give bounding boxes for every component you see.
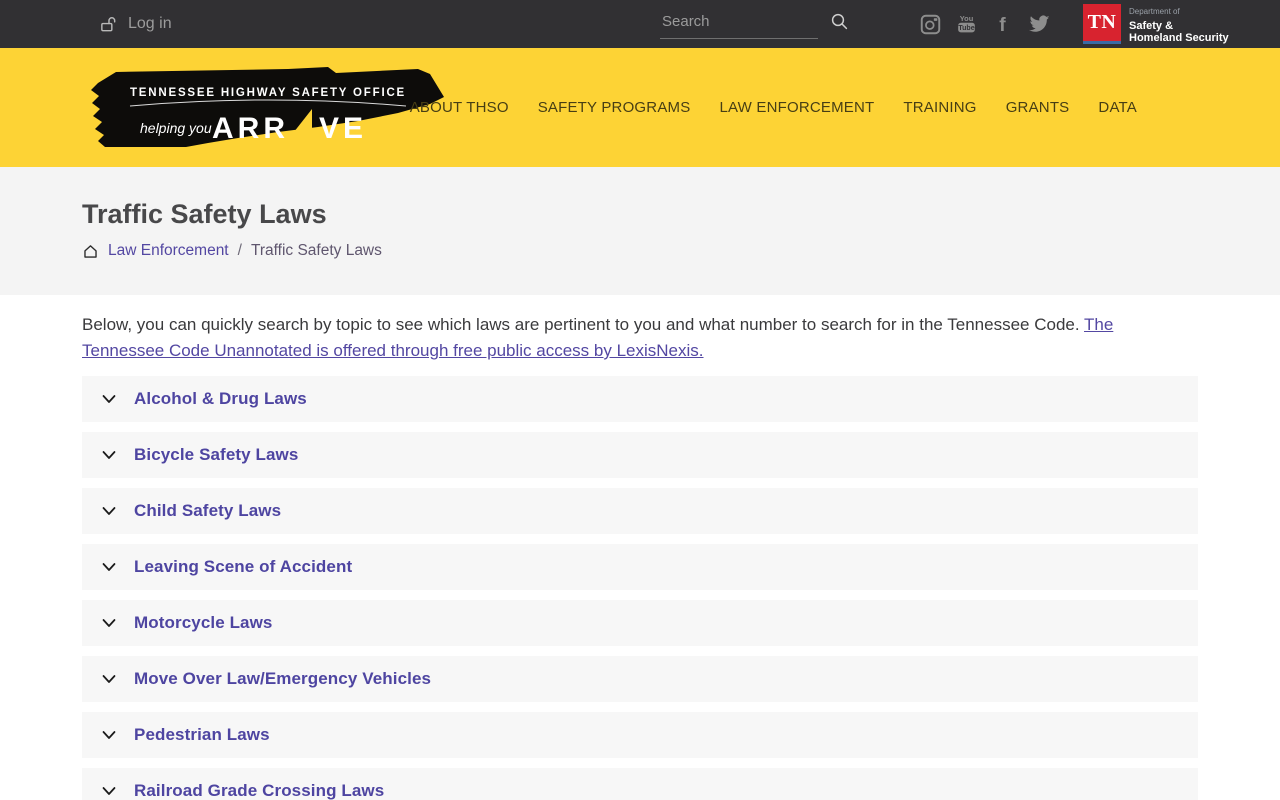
nav-law-enforcement[interactable]: LAW ENFORCEMENT <box>719 99 874 116</box>
chevron-down-icon <box>100 670 118 688</box>
login-button[interactable]: Log in <box>99 0 172 48</box>
tn-abbr: TN <box>1083 4 1121 41</box>
nav-safety-programs[interactable]: SAFETY PROGRAMS <box>538 99 691 116</box>
svg-text:You: You <box>960 14 974 23</box>
logo-tagline: helping you <box>140 120 212 136</box>
accordion-label: Alcohol & Drug Laws <box>134 389 307 408</box>
intro-text: Below, you can quickly search by topic t… <box>82 315 1085 334</box>
breadcrumb-law-enforcement[interactable]: Law Enforcement <box>108 242 229 260</box>
laws-accordion-list: Alcohol & Drug Laws Bicycle Safety Laws … <box>82 376 1198 800</box>
accordion-label: Railroad Grade Crossing Laws <box>134 781 385 800</box>
social-links: You Tube f <box>920 0 1049 48</box>
chevron-down-icon <box>100 502 118 520</box>
main-content: Below, you can quickly search by topic t… <box>0 312 1280 800</box>
tn-blue-bar <box>1083 41 1121 44</box>
tn-dept-name-1: Safety & <box>1129 20 1174 32</box>
search-button[interactable] <box>828 10 852 34</box>
accordion-label: Child Safety Laws <box>134 501 282 520</box>
accordion-alcohol-drug-laws[interactable]: Alcohol & Drug Laws <box>82 376 1198 422</box>
accordion-label: Leaving Scene of Accident <box>134 557 353 576</box>
svg-text:Tube: Tube <box>958 25 974 32</box>
chevron-down-icon <box>100 446 118 464</box>
accordion-pedestrian-laws[interactable]: Pedestrian Laws <box>82 712 1198 758</box>
facebook-icon: f <box>992 13 1013 35</box>
search-input[interactable] <box>660 7 818 39</box>
instagram-icon <box>920 14 941 35</box>
tn-flag-mark: TN <box>1083 4 1121 44</box>
chevron-down-icon <box>100 558 118 576</box>
chevron-down-icon <box>100 390 118 408</box>
search-icon <box>830 12 850 32</box>
accordion-bicycle-safety-laws[interactable]: Bicycle Safety Laws <box>82 432 1198 478</box>
accordion-railroad-grade-crossing-laws[interactable]: Railroad Grade Crossing Laws <box>82 768 1198 800</box>
nav-about-thso[interactable]: ABOUT THSO <box>410 99 509 116</box>
unlock-icon <box>99 15 118 34</box>
chevron-down-icon <box>100 726 118 744</box>
breadcrumb-current: Traffic Safety Laws <box>250 242 382 259</box>
youtube-icon: You Tube <box>956 13 977 35</box>
page-header: Traffic Safety Laws Law Enforcement / Tr… <box>0 167 1280 295</box>
twitter-icon <box>1028 13 1050 35</box>
tn-dept-logo[interactable]: TN Department of Safety & Homeland Secur… <box>1083 4 1229 44</box>
breadcrumb-separator: / <box>237 242 242 259</box>
nav-training[interactable]: TRAINING <box>903 99 976 116</box>
masthead: TENNESSEE HIGHWAY SAFETY OFFICE helping … <box>0 48 1280 167</box>
login-label: Log in <box>128 15 172 32</box>
tn-dept-label: Department of <box>1129 7 1180 16</box>
logo-brand-post: VE <box>319 112 367 145</box>
accordion-leaving-scene-of-accident[interactable]: Leaving Scene of Accident <box>82 544 1198 590</box>
breadcrumb: Law Enforcement / Traffic Safety Laws <box>82 242 1198 260</box>
accordion-label: Pedestrian Laws <box>134 725 270 744</box>
page-title: Traffic Safety Laws <box>82 199 327 229</box>
youtube-link[interactable]: You Tube <box>956 13 977 35</box>
tn-dept-name-2: Homeland Security <box>1129 32 1229 44</box>
nav-grants[interactable]: GRANTS <box>1006 99 1070 116</box>
facebook-link[interactable]: f <box>992 13 1013 35</box>
instagram-link[interactable] <box>920 13 941 35</box>
accordion-label: Motorcycle Laws <box>134 613 273 632</box>
tn-dept-text: Department of Safety & Homeland Security <box>1129 4 1229 44</box>
chevron-down-icon <box>100 614 118 632</box>
chevron-down-icon <box>100 782 118 800</box>
logo-brand-pre: ARR <box>212 112 289 145</box>
svg-text:f: f <box>999 15 1006 35</box>
logo-office-text: TENNESSEE HIGHWAY SAFETY OFFICE <box>130 87 406 99</box>
accordion-move-over-law[interactable]: Move Over Law/Emergency Vehicles <box>82 656 1198 702</box>
accordion-label: Move Over Law/Emergency Vehicles <box>134 669 432 688</box>
main-navigation: ABOUT THSO SAFETY PROGRAMS LAW ENFORCEME… <box>410 48 1137 167</box>
accordion-label: Bicycle Safety Laws <box>134 445 299 464</box>
accordion-motorcycle-laws[interactable]: Motorcycle Laws <box>82 600 1198 646</box>
twitter-link[interactable] <box>1028 13 1049 35</box>
nav-data[interactable]: DATA <box>1098 99 1137 116</box>
thso-logo[interactable]: TENNESSEE HIGHWAY SAFETY OFFICE helping … <box>88 66 445 149</box>
home-icon[interactable] <box>82 243 99 260</box>
utility-bar: Log in You <box>0 0 1280 48</box>
accordion-child-safety-laws[interactable]: Child Safety Laws <box>82 488 1198 534</box>
search-field-wrap <box>660 7 818 39</box>
intro-paragraph: Below, you can quickly search by topic t… <box>82 312 1198 364</box>
